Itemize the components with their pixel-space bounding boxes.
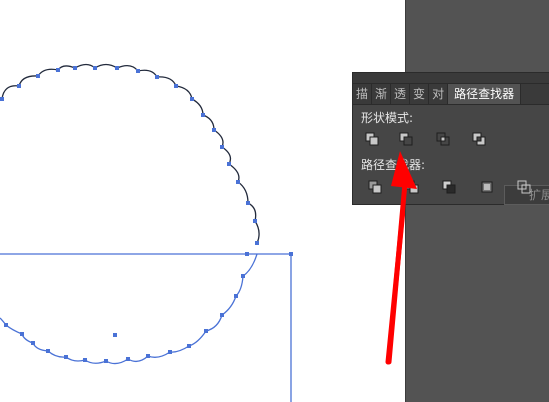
tab-stroke[interactable]: 描 — [353, 84, 373, 104]
tab-gradient[interactable]: 渐 — [372, 84, 392, 104]
tab-transparency[interactable]: 透 — [391, 84, 411, 104]
artwork — [0, 63, 405, 402]
red-arrow — [385, 187, 405, 365]
pathfinder-panel: 描 渐 透 变 对 路径查找器 形状模式: 扩展 路径查找器: — [352, 72, 549, 205]
panel-tabs: 描 渐 透 变 对 路径查找器 — [353, 84, 549, 105]
exclude-icon[interactable] — [471, 131, 487, 147]
merge-icon[interactable] — [441, 179, 457, 195]
rectangle-path[interactable] — [0, 253, 292, 402]
minus-front-icon[interactable] — [398, 131, 414, 147]
tab-pathfinder[interactable]: 路径查找器 — [448, 84, 522, 104]
crop-icon[interactable] — [479, 179, 495, 195]
scalloped-lower-arc-path[interactable] — [0, 253, 258, 365]
trim-icon[interactable] — [404, 179, 420, 195]
pathfinders-label: 路径查找器: — [361, 158, 426, 172]
scalloped-circle-path[interactable] — [1, 63, 260, 244]
anchor-points — [0, 66, 293, 363]
shape-modes-label: 形状模式: — [361, 111, 414, 125]
artboard-canvas[interactable] — [0, 0, 405, 402]
intersect-icon[interactable] — [435, 131, 451, 147]
unite-icon[interactable] — [364, 131, 380, 147]
tab-transform[interactable]: 变 — [410, 84, 430, 104]
divide-icon[interactable] — [367, 179, 383, 195]
outline-icon[interactable] — [516, 179, 532, 195]
panel-drag-bar[interactable] — [353, 73, 549, 84]
tab-align[interactable]: 对 — [429, 84, 449, 104]
